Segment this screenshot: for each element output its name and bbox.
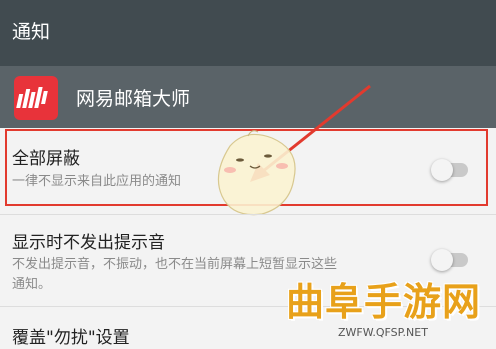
silent-display-label: 显示时不发出提示音 (12, 233, 165, 253)
silent-display-description-line-1: 不发出提示音，不振动，也不在当前屏幕上短暂显示这些 (12, 257, 338, 272)
watermark-url: ZWFW.QFSP.NET (338, 326, 428, 339)
silent-display-toggle[interactable] (431, 249, 468, 271)
override-dnd-label: 覆盖"勿扰"设置 (12, 328, 130, 348)
toggle-knob (431, 249, 453, 271)
mascot-illustration (217, 130, 296, 216)
watermark-text: 曲阜手游网 (286, 279, 482, 324)
silent-display-description-line-2: 通知。 (12, 277, 52, 292)
